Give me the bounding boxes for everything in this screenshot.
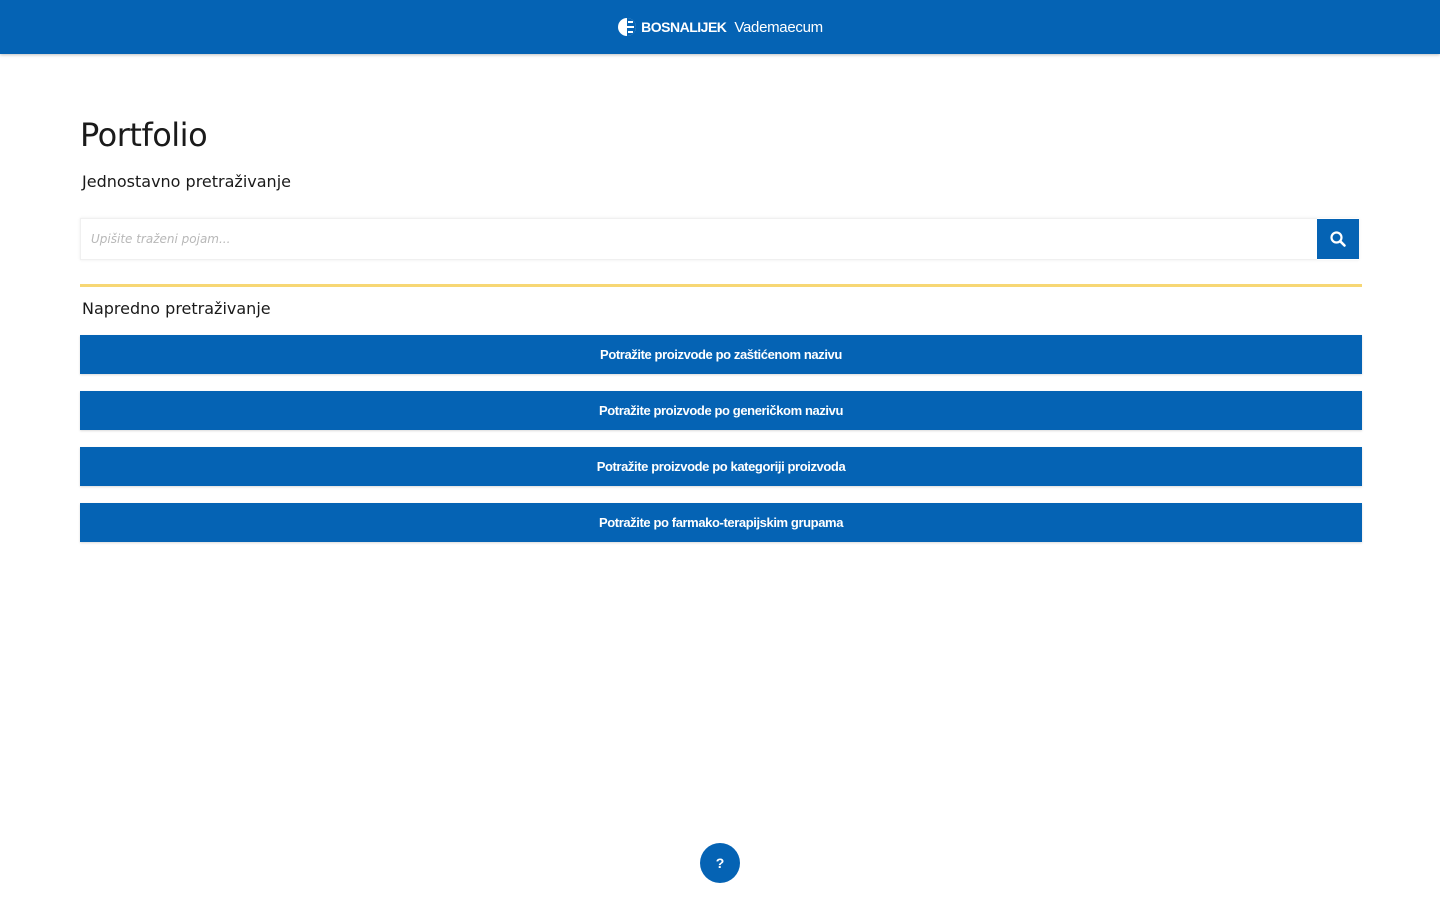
advanced-search-buttons: Potražite proizvode po zaštićenom nazivu… bbox=[80, 335, 1362, 559]
product-name: Vademaecum bbox=[734, 18, 823, 36]
search-by-generic-name-button[interactable]: Potražite proizvode po generičkom nazivu bbox=[80, 391, 1362, 430]
bosnalijek-logo-icon bbox=[618, 18, 637, 36]
top-bar: BOSNALIJEK Vademaecum bbox=[0, 0, 1440, 54]
search-by-brand-name-button[interactable]: Potražite proizvode po zaštićenom nazivu bbox=[80, 335, 1362, 374]
page-title: Portfolio bbox=[80, 116, 208, 154]
help-icon: ? bbox=[715, 855, 725, 871]
advanced-search-label: Napredno pretraživanje bbox=[82, 299, 271, 318]
search-by-product-category-button[interactable]: Potražite proizvode po kategoriji proizv… bbox=[80, 447, 1362, 486]
search-input[interactable] bbox=[80, 218, 1317, 260]
main-content: Portfolio Jednostavno pretraživanje Napr… bbox=[80, 110, 1362, 542]
search-by-pharmacotherapeutic-group-button[interactable]: Potražite po farmako-terapijskim grupama bbox=[80, 503, 1362, 542]
search-icon bbox=[1330, 231, 1346, 247]
section-divider bbox=[80, 284, 1362, 287]
help-button[interactable]: ? bbox=[700, 843, 740, 883]
simple-search-bar bbox=[80, 218, 1359, 260]
search-button[interactable] bbox=[1317, 219, 1359, 259]
brand-name: BOSNALIJEK bbox=[641, 19, 727, 35]
simple-search-label: Jednostavno pretraživanje bbox=[82, 172, 291, 191]
brand[interactable]: BOSNALIJEK Vademaecum bbox=[617, 17, 823, 37]
